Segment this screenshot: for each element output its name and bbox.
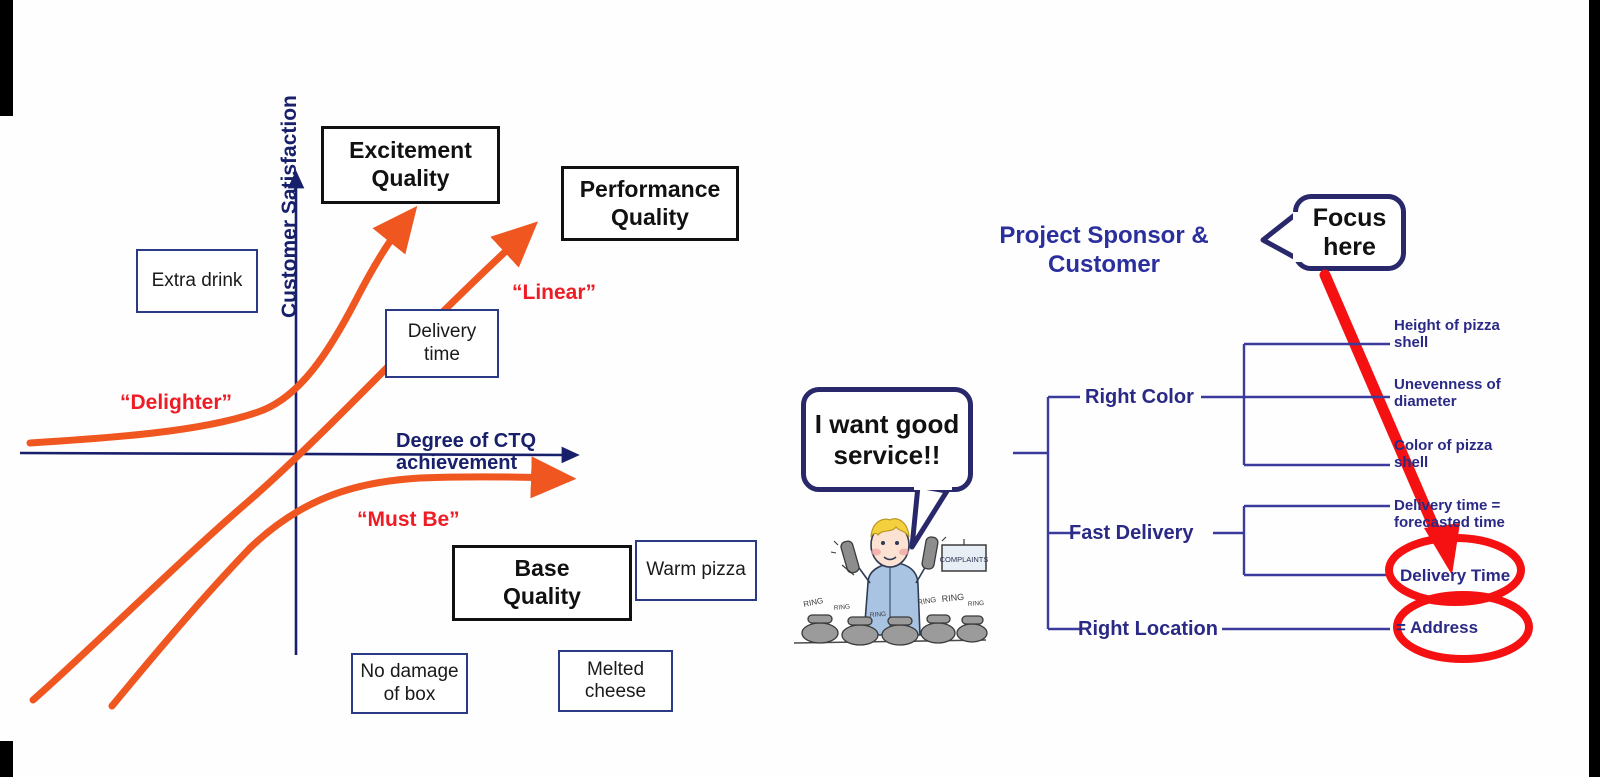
box-warm-pizza[interactable]: Warm pizza bbox=[635, 540, 757, 601]
letterbox-bar-right bbox=[1589, 0, 1600, 777]
ctq-measure-color-line2: shell bbox=[1394, 454, 1429, 472]
ctq-measure-unevenness-of-diameter[interactable]: Unevenness of diameter bbox=[1394, 376, 1584, 411]
box-melted-cheese-line2: cheese bbox=[584, 681, 647, 702]
svg-text:RING: RING bbox=[917, 595, 937, 607]
ctq-measure-unevenness-line2: diameter bbox=[1394, 393, 1457, 411]
ctq-measure-forecast-line2: forecasted time bbox=[1394, 514, 1505, 532]
stressed-call-agent-cartoon: COMPLAINTS RING RING RING RING RING RING bbox=[793, 518, 989, 646]
box-excitement-quality-line2: Quality bbox=[371, 165, 450, 191]
ctq-tree-graphics bbox=[909, 211, 1533, 663]
svg-text:RING: RING bbox=[870, 611, 887, 619]
x-axis-label: Degree of CTQ achievement bbox=[396, 430, 576, 474]
cartoon-handset-left bbox=[840, 540, 860, 576]
box-excitement-quality[interactable]: Excitement Quality bbox=[321, 126, 500, 204]
box-performance-quality-line1: Performance bbox=[579, 175, 721, 202]
slide-canvas: Customer Satisfaction Degree of CTQ achi… bbox=[0, 0, 1600, 777]
box-no-damage-of-box[interactable]: No damage of box bbox=[351, 653, 468, 714]
y-axis-label: Customer Satisfaction bbox=[278, 95, 301, 318]
box-extra-drink-line1: Extra drink bbox=[151, 269, 243, 291]
ctq-measure-color-line1: Color of pizza bbox=[1394, 437, 1493, 454]
ctq-measure-delivery-time-forecasted[interactable]: Delivery time = forecasted time bbox=[1394, 497, 1594, 532]
box-warm-pizza-line1: Warm pizza bbox=[646, 559, 746, 581]
box-delivery-time-line2: time bbox=[424, 343, 460, 365]
box-melted-cheese-line1: Melted bbox=[586, 658, 645, 680]
customer-voice-line2: service!! bbox=[833, 439, 941, 470]
curve-label-linear: “Linear” bbox=[512, 281, 597, 304]
box-excitement-quality-line1: Excitement bbox=[349, 137, 472, 164]
ctq-measure-delivery-time[interactable]: Delivery Time bbox=[1400, 566, 1590, 586]
focus-here-line2: here bbox=[1323, 232, 1376, 261]
box-delivery-time-line1: Delivery bbox=[407, 321, 477, 343]
customer-voice-line1: I want good bbox=[814, 408, 960, 439]
right-panel-heading-line1: Project Sponsor & bbox=[999, 222, 1209, 249]
cartoon-handset-right bbox=[921, 536, 939, 570]
svg-text:RING: RING bbox=[941, 592, 964, 604]
ctq-driver-right-location[interactable]: Right Location bbox=[1078, 618, 1218, 641]
ctq-driver-right-color[interactable]: Right Color bbox=[1085, 386, 1194, 409]
svg-text:RING: RING bbox=[803, 596, 824, 609]
box-no-damage-line1: No damage bbox=[360, 661, 459, 683]
svg-text:RING: RING bbox=[833, 603, 850, 612]
ctq-measure-address[interactable]: = Address bbox=[1396, 618, 1586, 638]
letterbox-bar-bottom-left bbox=[0, 741, 13, 777]
x-axis-label-line1: Degree of CTQ bbox=[396, 430, 537, 452]
focus-bubble-tail bbox=[1260, 211, 1299, 261]
box-delivery-time[interactable]: Delivery time bbox=[385, 309, 499, 378]
box-base-quality-line2: Quality bbox=[503, 583, 581, 609]
curve-label-delighter: “Delighter” bbox=[120, 391, 233, 414]
box-base-quality-line1: Base bbox=[514, 555, 570, 582]
box-no-damage-line2: of box bbox=[383, 683, 436, 705]
ctq-measure-height-of-pizza-shell[interactable]: Height of pizza shell bbox=[1394, 317, 1584, 352]
ctq-measure-forecast-line1: Delivery time = bbox=[1394, 497, 1501, 514]
customer-voice-bubble[interactable]: I want good service!! bbox=[801, 387, 973, 492]
box-extra-drink[interactable]: Extra drink bbox=[136, 249, 258, 313]
cartoon-complaints-sign: COMPLAINTS bbox=[940, 539, 989, 572]
ctq-measure-height-line1: Height of pizza bbox=[1394, 317, 1500, 334]
ctq-measure-height-line2: shell bbox=[1394, 334, 1429, 352]
curve-label-must-be: “Must Be” bbox=[357, 508, 460, 531]
cartoon-complaints-sign-text: COMPLAINTS bbox=[940, 555, 989, 564]
ctq-measure-unevenness-line1: Unevenness of bbox=[1394, 376, 1501, 393]
focus-here-line1: Focus bbox=[1312, 203, 1387, 232]
box-base-quality[interactable]: Base Quality bbox=[452, 545, 632, 621]
ctq-driver-fast-delivery[interactable]: Fast Delivery bbox=[1069, 522, 1194, 545]
kano-chart-graphics bbox=[19, 170, 580, 710]
box-melted-cheese[interactable]: Melted cheese bbox=[558, 650, 673, 712]
box-performance-quality-line2: Quality bbox=[611, 203, 689, 230]
x-axis-label-line2: achievement bbox=[396, 452, 518, 474]
right-panel-heading: Project Sponsor & Customer bbox=[984, 222, 1224, 280]
letterbox-bar-top-left bbox=[0, 0, 13, 116]
right-panel-heading-line2: Customer bbox=[1047, 250, 1161, 278]
box-performance-quality[interactable]: Performance Quality bbox=[561, 166, 739, 241]
focus-here-bubble[interactable]: Focus here bbox=[1293, 194, 1406, 271]
ctq-measure-color-of-pizza-shell[interactable]: Color of pizza shell bbox=[1394, 437, 1584, 472]
svg-text:RING: RING bbox=[968, 600, 985, 608]
